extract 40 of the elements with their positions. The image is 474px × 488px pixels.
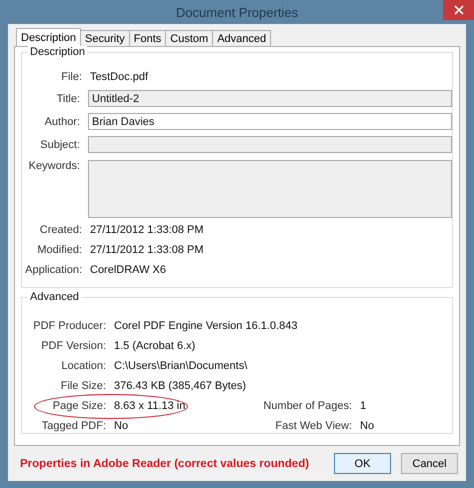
field-label: Created: (38, 224, 83, 236)
field-label: Keywords: (28, 160, 82, 172)
property-value: C:\Users\Brian\Documents\ (114, 360, 248, 372)
property-value: No (114, 420, 128, 432)
property-value: 8.63 x 11.13 in (114, 400, 186, 412)
field-label: Application: (24, 264, 83, 276)
field-value: 27/11/2012 1:33:08 PM (90, 244, 204, 256)
field-label: Author: (44, 116, 82, 128)
field-label: Modified: (36, 244, 83, 256)
property-label: Fast Web View: (274, 420, 353, 432)
field-label: Subject: (39, 138, 82, 150)
field-value: 27/11/2012 1:33:08 PM (90, 224, 204, 236)
ok-button[interactable]: OK (334, 453, 391, 474)
property-value: 1.5 (Acrobat 6.x) (114, 340, 196, 352)
property-value: No (360, 420, 374, 432)
field-label: Title: (56, 92, 82, 104)
group-heading: Advanced (28, 291, 81, 303)
field-label: File: (60, 71, 83, 83)
window-title: Document Properties (176, 4, 298, 20)
property-value: 1 (360, 400, 366, 412)
annotation-note: Properties in Adobe Reader (correct values rounded) (20, 458, 310, 470)
property-value: 376.43 KB (385,467 Bytes) (114, 380, 246, 392)
property-value: Corel PDF Engine Version 16.1.0.843 (114, 320, 298, 332)
property-label: File Size: (60, 380, 107, 392)
input-field[interactable]: Brian Davies (88, 113, 452, 130)
field-value: TestDoc.pdf (90, 71, 148, 83)
property-label: Location: (60, 360, 107, 372)
close-button[interactable] (443, 0, 474, 20)
property-label: PDF Producer: (32, 320, 107, 332)
close-icon (454, 5, 464, 15)
group-heading: Description (28, 46, 88, 58)
property-label: Number of Pages: (262, 400, 353, 412)
property-label: PDF Version: (40, 340, 107, 352)
tab[interactable]: Security (80, 30, 130, 46)
cancel-button[interactable]: Cancel (401, 453, 458, 474)
property-label: Tagged PDF: (40, 420, 107, 432)
tab[interactable]: Description (16, 28, 82, 46)
property-label: Page Size: (52, 400, 107, 412)
field-value: CorelDRAW X6 (90, 264, 166, 276)
tab[interactable]: Advanced (212, 30, 272, 46)
